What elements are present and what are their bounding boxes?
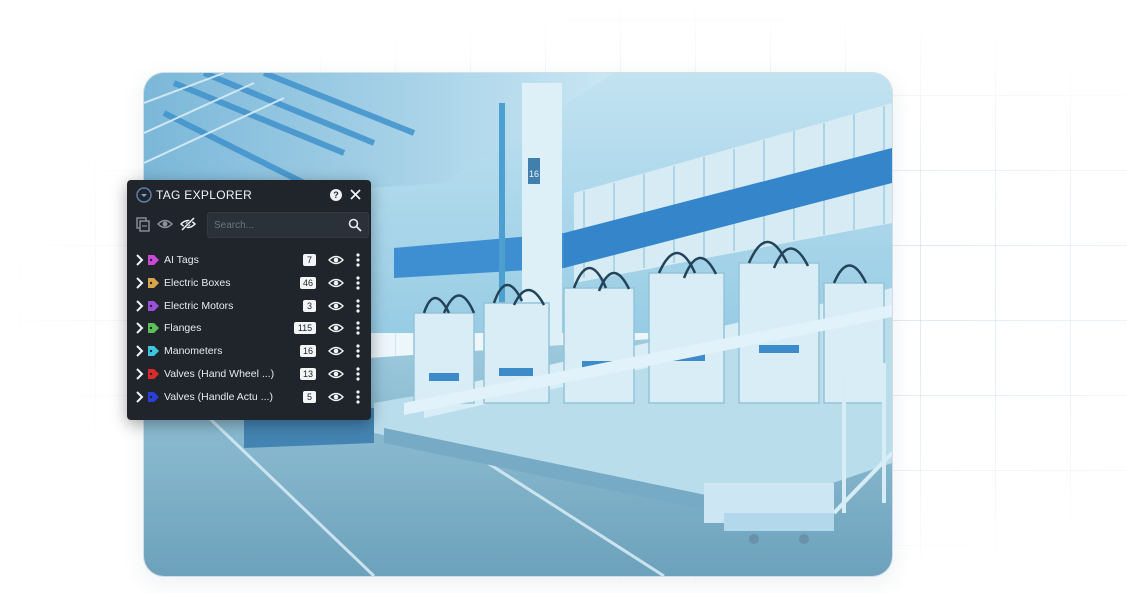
search-icon[interactable] — [348, 218, 362, 232]
tag-explorer-panel: TAG EXPLORER ? AI — [127, 180, 371, 420]
tag-row[interactable]: Electric Boxes 46 — [127, 272, 371, 295]
more-options-icon[interactable] — [355, 252, 361, 268]
tag-label: Electric Motors — [164, 299, 234, 312]
eye-icon[interactable] — [328, 345, 344, 357]
tag-list: AI Tags 7 Electric Boxes 46 Electric Motors 3… — [127, 249, 371, 409]
panel-header: TAG EXPLORER ? — [127, 180, 371, 210]
search-box — [207, 212, 369, 238]
copy-icon[interactable] — [135, 216, 151, 232]
chevron-right-icon[interactable] — [135, 368, 145, 380]
eye-icon[interactable] — [328, 391, 344, 403]
more-options-icon[interactable] — [355, 366, 361, 382]
eye-icon[interactable] — [328, 368, 344, 380]
eye-icon[interactable] — [328, 254, 344, 266]
eye-off-icon[interactable] — [180, 216, 196, 232]
eye-icon[interactable] — [157, 216, 173, 232]
more-options-icon[interactable] — [355, 298, 361, 314]
count-badge: 16 — [300, 345, 316, 358]
tag-icon — [148, 391, 159, 402]
more-options-icon[interactable] — [355, 275, 361, 291]
tag-icon — [148, 368, 159, 379]
close-icon[interactable] — [349, 188, 362, 201]
tag-label: Electric Boxes — [164, 276, 231, 289]
tag-icon — [148, 277, 159, 288]
tag-icon — [148, 255, 159, 265]
help-icon[interactable]: ? — [330, 189, 342, 201]
count-badge: 7 — [303, 254, 316, 266]
tag-icon — [148, 323, 159, 334]
chevron-right-icon[interactable] — [135, 299, 145, 312]
more-options-icon[interactable] — [355, 389, 361, 405]
panel-title: TAG EXPLORER — [156, 188, 253, 202]
tag-row[interactable]: Valves (Handle Actu ...) 5 — [127, 386, 371, 409]
eye-icon[interactable] — [328, 322, 344, 334]
count-badge: 115 — [294, 322, 316, 335]
chevron-right-icon[interactable] — [135, 345, 145, 357]
tag-icon — [148, 346, 159, 357]
tag-row[interactable]: Valves (Hand Wheel ...) 13 — [127, 363, 371, 386]
tag-row[interactable]: Electric Motors 3 — [127, 295, 371, 318]
tag-label: Valves (Handle Actu ...) — [164, 390, 273, 403]
eye-icon[interactable] — [328, 277, 344, 289]
tag-row[interactable]: AI Tags 7 — [127, 249, 371, 272]
count-badge: 3 — [303, 299, 316, 312]
chevron-right-icon[interactable] — [135, 322, 145, 335]
tag-label: Flanges — [164, 322, 202, 335]
count-badge: 46 — [300, 276, 316, 289]
more-options-icon[interactable] — [355, 343, 361, 359]
chevron-right-icon[interactable] — [135, 254, 145, 266]
more-options-icon[interactable] — [355, 320, 361, 336]
tag-label: Valves (Hand Wheel ...) — [164, 367, 275, 380]
tag-label: Manometers — [164, 345, 223, 358]
chevron-right-icon[interactable] — [135, 277, 145, 289]
chevron-right-icon[interactable] — [135, 391, 145, 403]
tag-label: AI Tags — [164, 254, 199, 266]
tag-icon — [148, 300, 159, 311]
tag-row[interactable]: Flanges 115 — [127, 317, 371, 340]
search-input[interactable] — [212, 216, 346, 234]
count-badge: 5 — [303, 390, 316, 403]
app-logo-icon — [136, 187, 152, 203]
count-badge: 13 — [300, 367, 316, 380]
eye-icon[interactable] — [328, 300, 344, 312]
tag-row[interactable]: Manometers 16 — [127, 340, 371, 363]
toolbar — [127, 212, 371, 238]
